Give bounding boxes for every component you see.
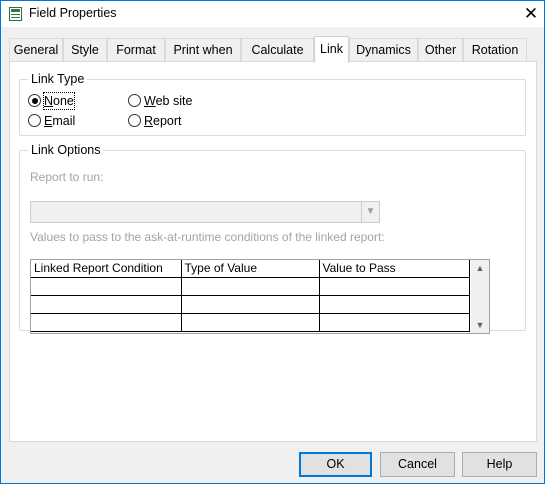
conditions-table: Linked Report Condition Type of Value Va… [31,260,470,332]
radio-email-label[interactable]: Email [44,113,75,129]
window-title: Field Properties [29,6,117,20]
radio-none-indicator[interactable] [28,94,41,107]
table-cell[interactable] [181,295,320,314]
tab-style[interactable]: Style [63,38,107,62]
table-cell[interactable] [319,313,470,332]
cancel-button-label: Cancel [398,457,437,471]
close-icon[interactable]: ✕ [518,1,544,27]
tab-other[interactable]: Other [418,38,463,62]
ok-button-label: OK [326,457,345,471]
scroll-up-icon[interactable]: ▲ [471,260,489,276]
radio-none[interactable]: None [28,92,83,110]
radio-web-site-label[interactable]: Web site [144,93,192,109]
tab-general[interactable]: General [9,38,63,62]
tab-link[interactable]: Link [314,36,349,63]
report-to-run-label: Report to run: [30,170,104,184]
radio-web-site[interactable]: Web site [128,93,208,109]
table-cell[interactable] [319,277,470,296]
link-options-group: Link Options Report to run: ▼ Values to … [19,143,526,334]
values-to-pass-label: Values to pass to the ask-at-runtime con… [30,230,385,244]
help-button[interactable]: Help [462,452,537,477]
tab-dynamics[interactable]: Dynamics [349,38,418,62]
table-cell[interactable] [31,277,182,296]
table-cell[interactable] [181,313,320,332]
tab-calculate[interactable]: Calculate [241,38,314,62]
table-cell[interactable] [31,313,182,332]
ok-button[interactable]: OK [299,452,372,477]
tab-format[interactable]: Format [107,38,165,62]
tab-print-when[interactable]: Print when [165,38,241,62]
table-cell[interactable] [181,277,320,296]
radio-email[interactable]: Email [28,113,83,129]
radio-web-site-indicator[interactable] [128,94,141,107]
linked-conditions-grid[interactable]: Linked Report Condition Type of Value Va… [30,259,490,334]
link-options-title: Link Options [28,143,104,157]
chevron-down-icon[interactable]: ▼ [361,202,379,222]
table-row [31,295,470,314]
table-cell[interactable] [31,295,182,314]
column-header-linked-report-condition[interactable]: Linked Report Condition [31,260,182,278]
help-button-label: Help [486,457,513,471]
radio-report[interactable]: Report [128,113,198,129]
column-header-value-to-pass[interactable]: Value to Pass [319,260,470,278]
table-row [31,277,470,296]
title-bar: Field Properties ✕ [1,1,544,27]
vertical-scrollbar[interactable]: ▲ ▼ [471,260,489,333]
report-to-run-select[interactable]: ▼ [30,201,380,223]
table-row [31,313,470,332]
link-type-title: Link Type [28,72,88,86]
tab-rotation[interactable]: Rotation [463,38,527,62]
radio-report-indicator[interactable] [128,114,141,127]
radio-report-label[interactable]: Report [144,113,182,129]
radio-email-indicator[interactable] [28,114,41,127]
table-cell[interactable] [319,295,470,314]
link-type-group: Link Type None Web site Email Report [19,72,526,136]
column-header-type-of-value[interactable]: Type of Value [181,260,320,278]
link-tab-panel: Link Type None Web site Email Report Lin… [9,61,537,442]
form-icon [9,7,22,21]
field-properties-dialog: Field Properties ✕ General Style Format … [0,0,545,484]
radio-none-label[interactable]: None [43,92,75,110]
cancel-button[interactable]: Cancel [380,452,455,477]
scroll-down-icon[interactable]: ▼ [471,317,489,333]
